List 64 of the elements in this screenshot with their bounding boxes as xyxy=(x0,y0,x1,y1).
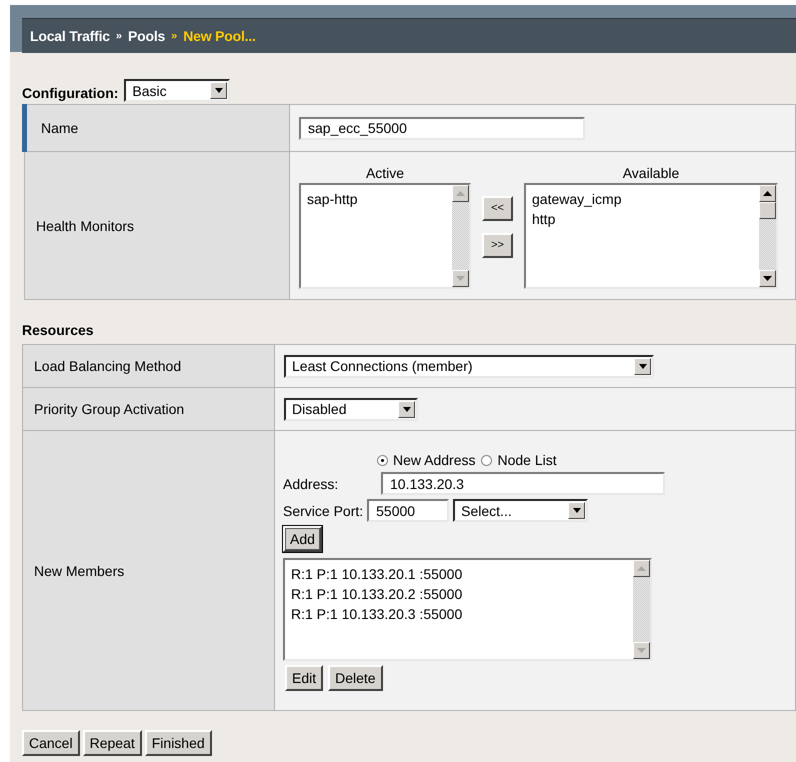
caret-icon xyxy=(638,364,646,368)
button[interactable]: Edit xyxy=(285,665,324,691)
input-field[interactable]: 10.133.20.3 xyxy=(381,472,665,495)
input-field[interactable]: sap_ecc_55000 xyxy=(299,116,585,140)
scrollbar[interactable] xyxy=(452,184,469,286)
breadcrumb-separator: » xyxy=(171,30,178,42)
radio-label[interactable]: New Address xyxy=(393,452,476,468)
field-label: Configuration: xyxy=(22,85,118,102)
radio-label[interactable]: Node List xyxy=(497,452,557,468)
arrow-down-icon xyxy=(763,276,772,280)
list-item[interactable]: http xyxy=(532,208,753,228)
list-item[interactable]: gateway_icmp xyxy=(532,188,753,208)
radio-button[interactable] xyxy=(481,454,492,466)
scroll-up-button[interactable] xyxy=(633,560,650,577)
button[interactable]: Delete xyxy=(328,665,383,691)
button[interactable]: Add xyxy=(283,526,322,552)
scroll-up-button[interactable] xyxy=(452,184,469,202)
column-heading: Available xyxy=(622,164,680,182)
dropdown[interactable]: Disabled xyxy=(284,398,418,420)
arrow-down-icon xyxy=(456,276,465,280)
arrow-up-icon xyxy=(763,190,772,196)
row-label: New Members xyxy=(22,430,274,710)
caret-icon xyxy=(214,88,223,93)
list-item[interactable]: R:1 P:1 10.133.20.1 :55000 xyxy=(291,564,627,584)
row-label: Priority Group Activation xyxy=(22,388,274,430)
scroll-up-button[interactable] xyxy=(759,184,776,202)
column-heading: Active xyxy=(364,164,406,182)
row-label: Name xyxy=(24,104,290,152)
section-heading: Resources xyxy=(21,321,95,340)
scrollbar[interactable] xyxy=(759,184,776,286)
button[interactable]: >> xyxy=(482,232,513,258)
arrow-up-icon xyxy=(456,190,465,196)
row-label: Load Balancing Method xyxy=(22,344,274,388)
scroll-down-button[interactable] xyxy=(633,642,650,659)
dropdown[interactable]: Basic xyxy=(124,79,230,102)
arrow-down-icon xyxy=(637,648,646,653)
scroll-down-button[interactable] xyxy=(452,270,469,286)
dropdown[interactable]: Least Connections (member) xyxy=(284,354,654,378)
list-box[interactable]: sap-http xyxy=(299,182,471,288)
list-box[interactable]: R:1 P:1 10.133.20.1 :55000 R:1 P:1 10.133.20.2 :55000 R:1 P:1 10.133.20.3 :55000 xyxy=(283,558,652,661)
caret-icon xyxy=(572,508,581,513)
list-item[interactable]: R:1 P:1 10.133.20.2 :55000 xyxy=(291,584,627,604)
breadcrumb-link[interactable]: Pools xyxy=(128,28,166,44)
field-label: Service Port: xyxy=(283,502,364,518)
field-label: Address: xyxy=(283,476,340,492)
breadcrumb-link[interactable]: Local Traffic xyxy=(30,28,110,44)
list-item[interactable]: sap-http xyxy=(307,188,446,208)
input-field[interactable]: 55000 xyxy=(367,499,450,522)
button[interactable]: Repeat xyxy=(82,730,142,756)
scroll-thumb[interactable] xyxy=(759,202,776,218)
breadcrumb-link[interactable]: New Pool... xyxy=(183,28,256,44)
scroll-down-button[interactable] xyxy=(759,270,776,286)
dropdown[interactable]: Select... xyxy=(453,499,588,522)
button[interactable]: << xyxy=(482,196,513,220)
radio-button[interactable] xyxy=(377,454,388,466)
scrollbar[interactable] xyxy=(633,560,650,659)
button[interactable]: Cancel xyxy=(22,730,80,756)
row-label: Health Monitors xyxy=(24,152,290,300)
caret-icon xyxy=(402,406,410,412)
list-item[interactable]: R:1 P:1 10.133.20.3 :55000 xyxy=(291,604,627,624)
arrow-up-icon xyxy=(637,566,646,571)
list-box[interactable]: gateway_icmp http xyxy=(524,182,778,288)
breadcrumb-separator: » xyxy=(116,30,122,42)
button[interactable]: Finished xyxy=(144,730,212,756)
